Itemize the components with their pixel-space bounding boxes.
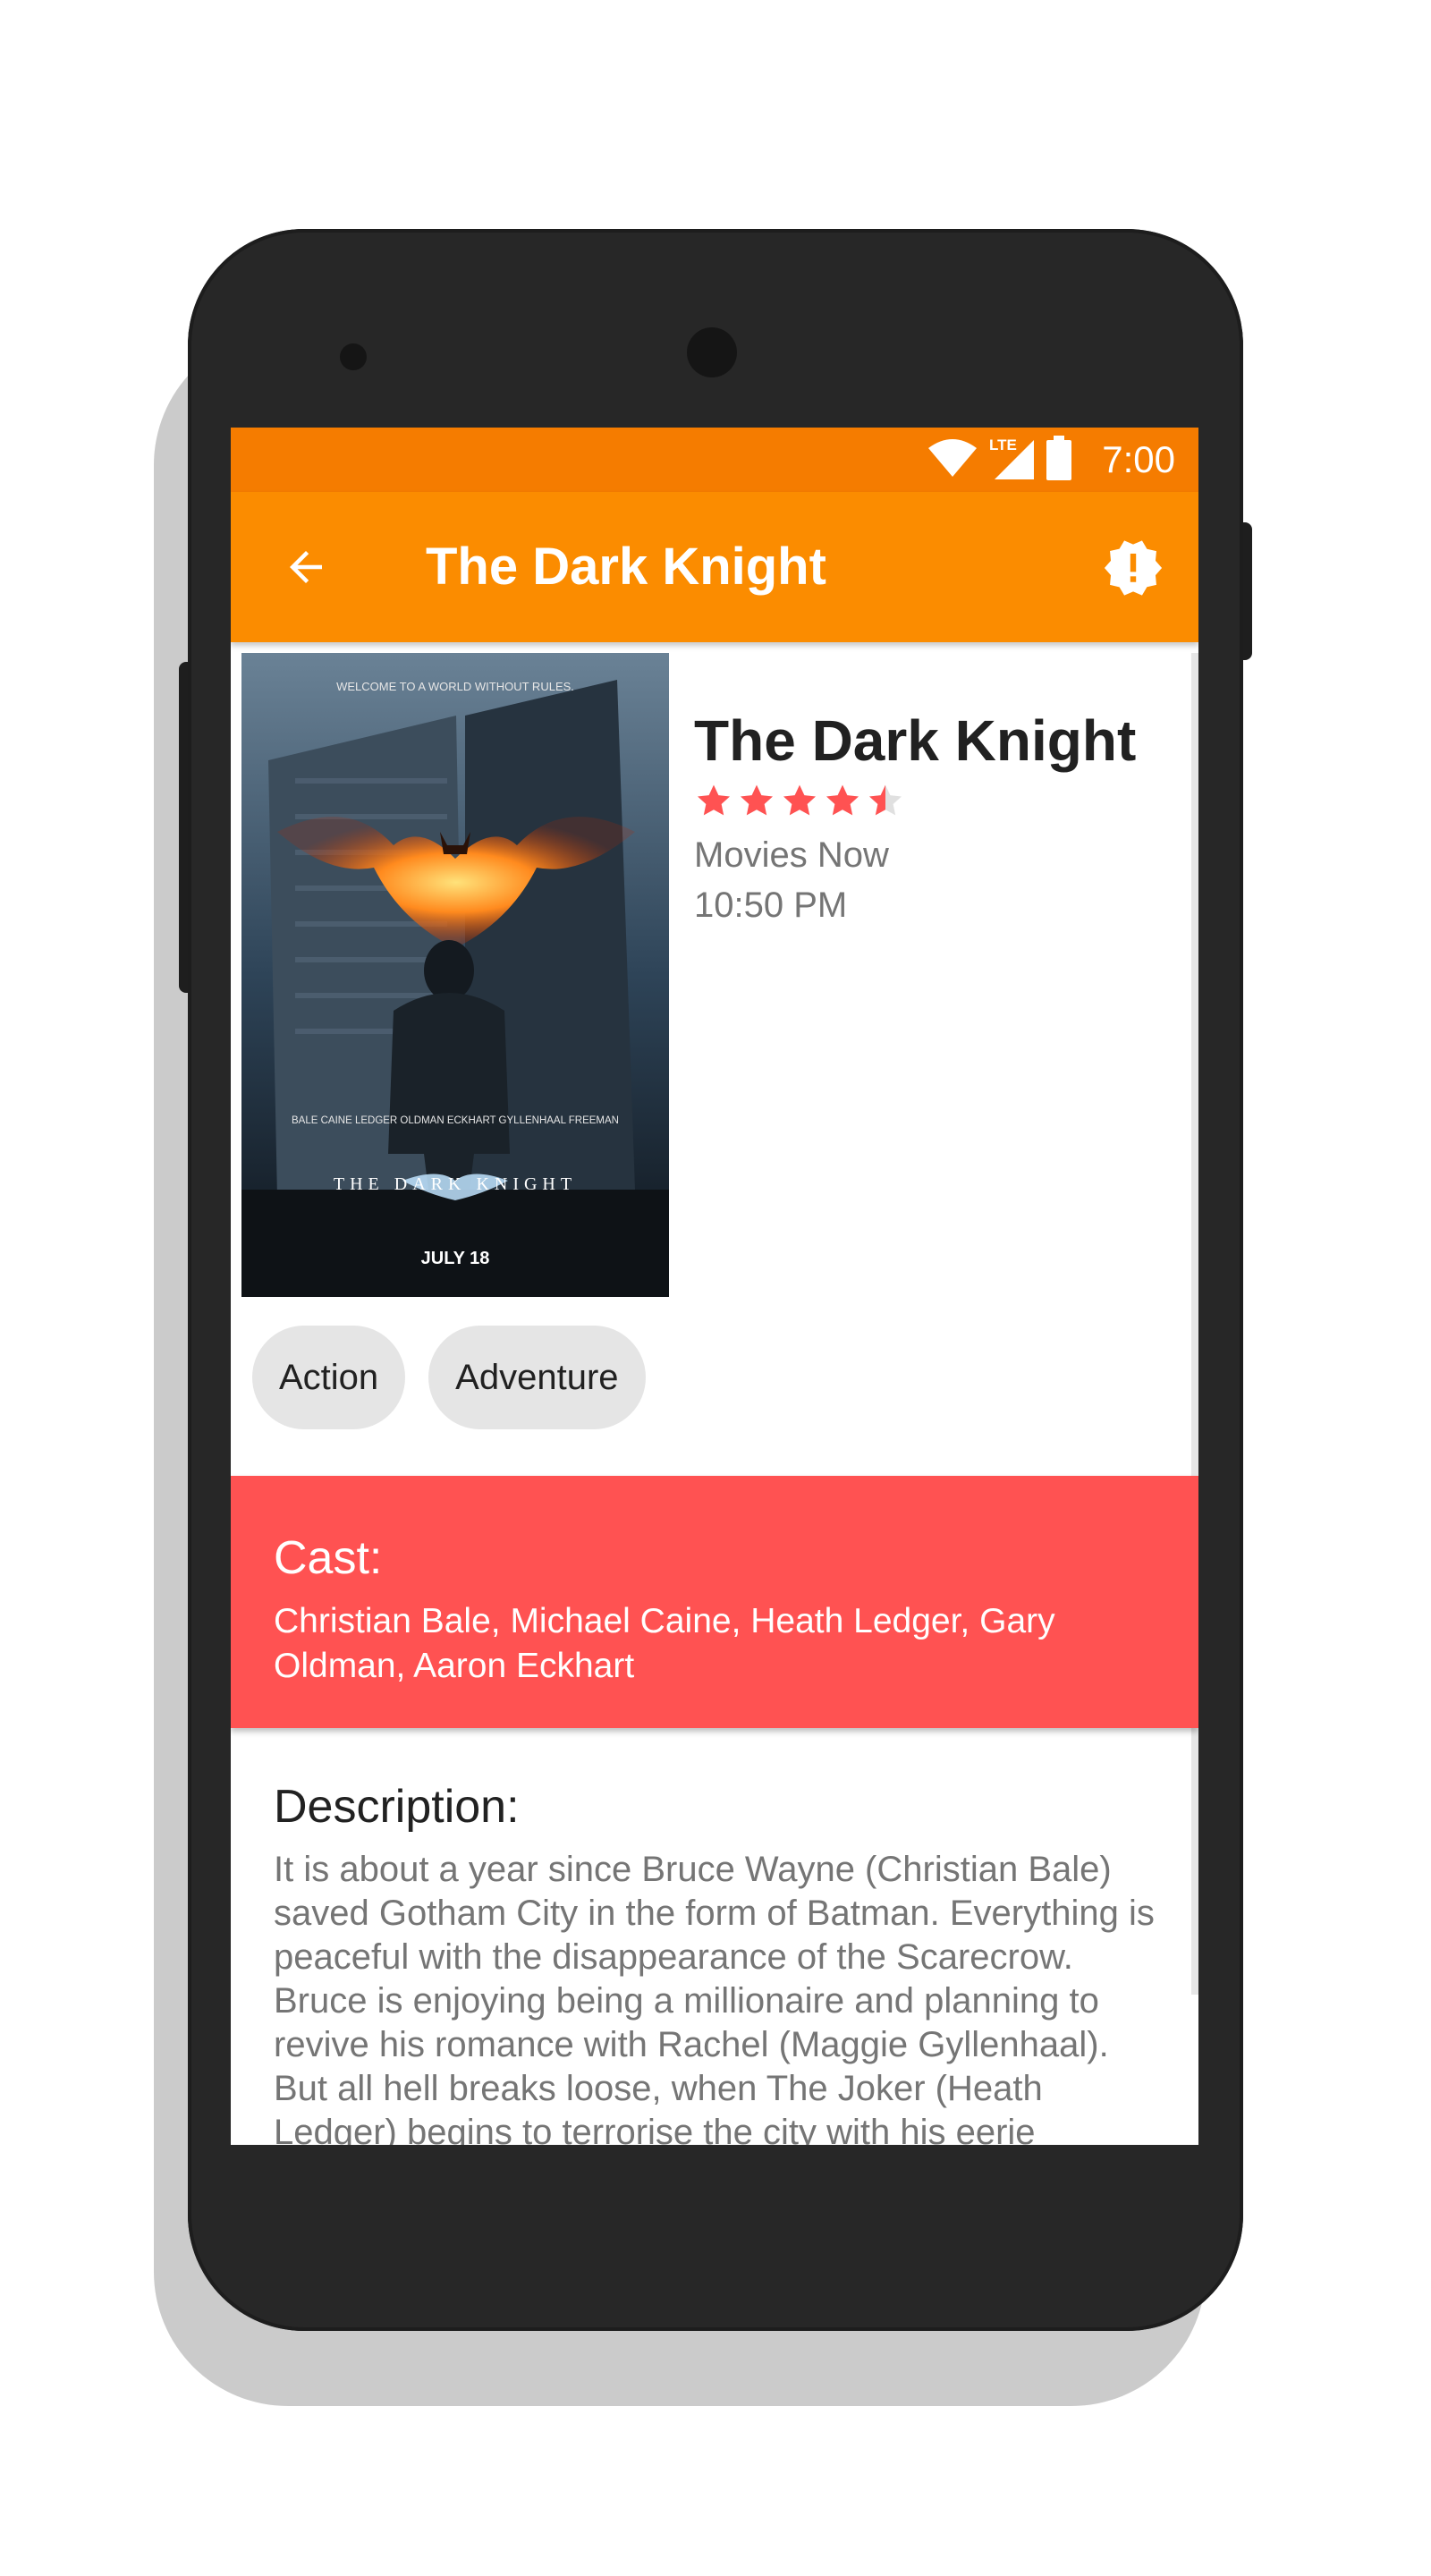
back-button[interactable] (277, 538, 334, 596)
app-bar-title: The Dark Knight (426, 538, 826, 596)
movie-info: The Dark Knight Movies Now 10:50 PM (694, 705, 1177, 930)
status-bar: LTE 7:00 (231, 428, 1198, 492)
cast-heading: Cast: (274, 1532, 383, 1584)
front-camera (687, 327, 737, 377)
description-text: It is about a year since Bruce Wayne (Ch… (274, 1850, 1155, 2145)
star-icon (869, 784, 902, 816)
poster-release-date: JULY 18 (421, 1249, 490, 1268)
phone-screen: LTE 7:00 The Dark Knight WELCOME TO A WO… (231, 428, 1198, 2145)
poster-title: THE DARK KNIGHT (334, 1174, 577, 1194)
app-bar: The Dark Knight (231, 492, 1198, 642)
genre-chip-adventure[interactable]: Adventure (428, 1326, 646, 1429)
battery-icon (1046, 435, 1071, 485)
alert-badge-icon (1104, 540, 1163, 596)
wifi-icon (927, 437, 978, 483)
description-heading: Description: (274, 1781, 520, 1833)
alert-button[interactable] (1102, 537, 1164, 599)
rating-stars (694, 782, 1177, 823)
show-time: 10:50 PM (694, 886, 848, 925)
channel-name: Movies Now (694, 835, 889, 875)
arrow-left-icon (290, 551, 322, 583)
front-sensor (340, 343, 367, 370)
star-icon (826, 784, 859, 816)
poster-tagline: WELCOME TO A WORLD WITHOUT RULES. (336, 680, 574, 693)
movie-poster: WELCOME TO A WORLD WITHOUT RULES. BALE C… (241, 653, 669, 1297)
star-icon (783, 784, 816, 816)
star-icon (698, 784, 730, 816)
scroll-indicator (1191, 653, 1198, 1995)
star-icon (741, 784, 773, 816)
movie-title: The Dark Knight (694, 708, 1137, 773)
genre-chip-action[interactable]: Action (252, 1326, 406, 1429)
network-type-label: LTE (989, 436, 1017, 453)
cast-names: Christian Bale, Michael Caine, Heath Led… (274, 1602, 1055, 1685)
poster-billing: BALE CAINE LEDGER OLDMAN ECKHART GYLLENH… (292, 1115, 619, 1126)
cast-panel: Cast: Christian Bale, Michael Caine, Hea… (231, 1476, 1198, 1728)
status-icons: LTE (927, 435, 1071, 485)
genre-chips: Action Adventure (252, 1326, 646, 1429)
status-time: 7:00 (1102, 438, 1175, 480)
signal-icon: LTE (989, 436, 1036, 481)
